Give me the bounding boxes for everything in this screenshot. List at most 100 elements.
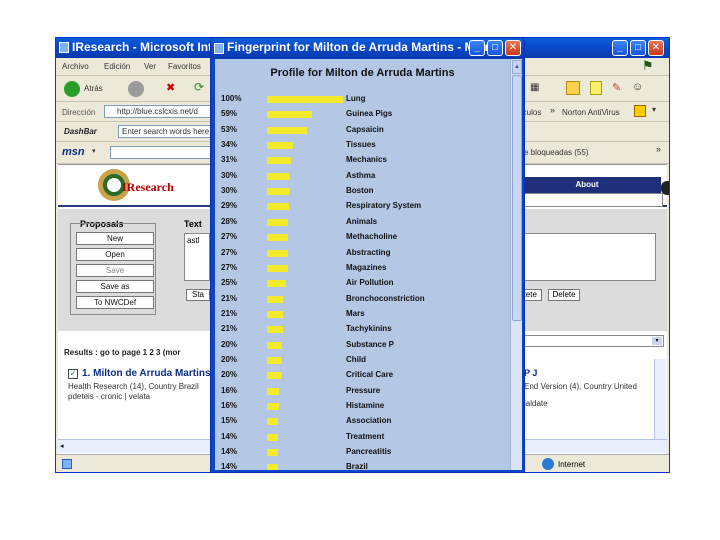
profile-row-term[interactable]: Tachykinins [346, 324, 392, 333]
minimize-icon[interactable]: _ [469, 40, 485, 56]
folder-icon[interactable] [566, 81, 580, 95]
research-icon[interactable]: ✎ [612, 81, 621, 94]
right-result-meta: End Version (4), Country United [524, 382, 637, 391]
profile-row-bar [267, 418, 279, 426]
minimize-icon[interactable]: _ [612, 40, 628, 56]
result-meta-2: pdeteis - cronic | velata [68, 392, 151, 401]
nav-about[interactable]: About [513, 177, 661, 193]
menu-archivo[interactable]: Archivo [62, 62, 89, 71]
profile-row-term[interactable]: Magazines [346, 263, 386, 272]
msn-logo: msn [62, 146, 85, 158]
profile-row-term[interactable]: Animals [346, 217, 377, 226]
save-button[interactable]: Save [76, 264, 154, 277]
windows-flag-icon: ⚑ [642, 58, 654, 73]
refresh-icon[interactable]: ⟳ [194, 80, 204, 94]
profile-row: 21% Tachykinins [215, 323, 505, 338]
site-search-field[interactable] [513, 193, 663, 207]
norton-icon[interactable] [634, 105, 646, 117]
scroll-up-icon[interactable]: ▲ [512, 60, 522, 74]
profile-row-term[interactable]: Histamine [346, 401, 384, 410]
close-icon[interactable]: ✕ [505, 40, 521, 56]
forward-icon[interactable] [128, 81, 144, 97]
profile-row-term[interactable]: Air Pollution [346, 278, 394, 287]
to-nwcdef-button[interactable]: To NWCDef [76, 296, 154, 309]
popup-vertical-scrollbar[interactable]: ▲ [510, 59, 522, 470]
profile-row: 59% Guinea Pigs [215, 108, 505, 123]
profile-row-percent: 30% [221, 170, 238, 180]
address-input[interactable]: http://blue.cslcxis.net/d [104, 105, 212, 118]
profile-row-term[interactable]: Treatment [346, 432, 384, 441]
result-title[interactable]: 1. Milton de Arruda Martins [82, 368, 211, 379]
profile-row-term[interactable]: Mechanics [346, 155, 387, 164]
chevron-down-icon[interactable]: ▾ [652, 337, 662, 345]
save-as-button[interactable]: Save as [76, 280, 154, 293]
vertical-scrollbar[interactable] [654, 359, 666, 439]
msn-dropdown-icon[interactable]: ▾ [92, 147, 96, 155]
norton-antivirus[interactable]: Norton AntiVirus [562, 108, 620, 117]
profile-row-term[interactable]: Critical Care [346, 370, 393, 379]
back-label[interactable]: Atrás [84, 84, 103, 93]
results-pages[interactable]: Results : go to page 1 2 3 (mor [64, 348, 180, 357]
menu-ver[interactable]: Ver [144, 62, 156, 71]
profile-row-term[interactable]: Substance P [346, 340, 394, 349]
profile-row-term[interactable]: Tissues [346, 140, 376, 149]
popups-blocked[interactable]: e bloqueadas (55) [524, 148, 589, 157]
popup-title-bar: Fingerprint for Milton de Arruda Martins… [211, 38, 524, 59]
profile-row-bar [267, 280, 286, 288]
profile-row-term[interactable]: Association [346, 416, 391, 425]
profile-row-bar [267, 126, 308, 134]
stop-icon[interactable]: ✖ [166, 81, 175, 94]
profile-row-term[interactable]: Abstracting [346, 248, 390, 257]
dashbar-search-input[interactable]: Enter search words here [118, 125, 212, 138]
profile-row-term[interactable]: Pancreatitis [346, 447, 391, 456]
profile-row: 27% Abstracting [215, 247, 505, 262]
profile-row-term[interactable]: Respiratory System [346, 201, 421, 210]
profile-row-bar [267, 111, 312, 119]
media-icon[interactable]: ▦ [530, 82, 539, 93]
profile-row-term[interactable]: Mars [346, 309, 365, 318]
messenger-icon[interactable]: ☺ [632, 81, 643, 93]
profile-row-percent: 34% [221, 140, 238, 150]
profile-row-term[interactable]: Guinea Pigs [346, 109, 392, 118]
delete-button[interactable]: Delete [548, 289, 580, 301]
profile-row-percent: 27% [221, 247, 238, 257]
open-button[interactable]: Open [76, 248, 154, 261]
profile-row-term[interactable]: Brazil [346, 462, 368, 470]
profile-row-term[interactable]: Lung [346, 94, 366, 103]
scroll-left-icon[interactable]: ◂ [60, 442, 64, 450]
profile-row-term[interactable]: Capsaicin [346, 125, 384, 134]
text-area[interactable]: astl [184, 233, 210, 281]
fingerprint-popup-window: Fingerprint for Milton de Arruda Martins… [210, 37, 525, 473]
profile-row-bar [267, 372, 283, 380]
chevron-down-icon[interactable]: ▾ [652, 105, 656, 114]
profile-row-term[interactable]: Asthma [346, 171, 375, 180]
profile-row-term[interactable]: Child [346, 355, 366, 364]
profile-row: 30% Boston [215, 185, 505, 200]
profile-row-term[interactable]: Pressure [346, 386, 380, 395]
new-button[interactable]: New [76, 232, 154, 245]
menu-favoritos[interactable]: Favoritos [168, 62, 201, 71]
profile-row-bar [267, 172, 290, 180]
close-icon[interactable]: ✕ [648, 40, 664, 56]
checkbox-icon[interactable]: ✓ [68, 369, 78, 379]
maximize-icon[interactable]: □ [487, 40, 503, 56]
maximize-icon[interactable]: □ [630, 40, 646, 56]
scroll-thumb[interactable] [512, 75, 522, 321]
profile-row-term[interactable]: Boston [346, 186, 374, 195]
profile-row-percent: 27% [221, 262, 238, 272]
chevron-right-icon[interactable]: » [656, 144, 661, 154]
right-text-area[interactable] [516, 233, 656, 281]
note-icon[interactable] [590, 81, 602, 95]
msn-search-input[interactable] [110, 146, 212, 159]
profile-row-percent: 21% [221, 293, 238, 303]
chevron-right-icon[interactable]: » [550, 105, 555, 115]
back-icon[interactable] [64, 81, 80, 97]
profile-row: 20% Substance P [215, 339, 505, 354]
profile-row-term[interactable]: Methacholine [346, 232, 397, 241]
profile-row-bar [267, 449, 278, 457]
profile-row: 29% Respiratory System [215, 200, 505, 215]
right-result-title[interactable]: P J [524, 368, 537, 378]
profile-row-term[interactable]: Bronchoconstriction [346, 294, 425, 303]
start-button[interactable]: Sta [186, 289, 210, 301]
menu-edicion[interactable]: Edición [104, 62, 130, 71]
